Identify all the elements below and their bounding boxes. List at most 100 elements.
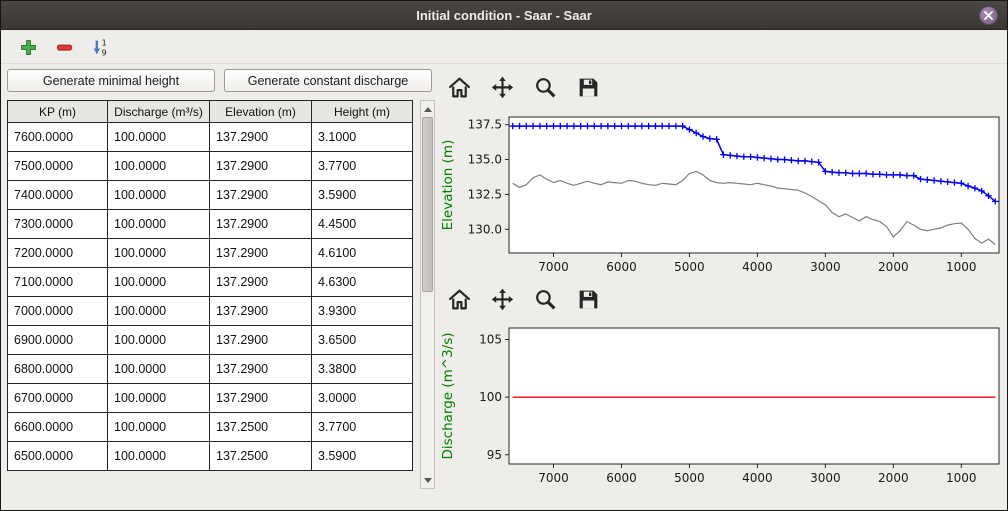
table-cell[interactable]: 137.2900 — [210, 326, 312, 355]
table-cell[interactable]: 100.0000 — [108, 413, 210, 442]
zoom-button[interactable] — [530, 284, 560, 314]
remove-row-button[interactable] — [49, 33, 79, 61]
table-cell[interactable]: 7100.0000 — [8, 268, 108, 297]
table-cell[interactable]: 137.2900 — [210, 152, 312, 181]
y-tick-label: 132.5 — [468, 187, 502, 201]
discharge-chart-toolbar — [444, 284, 603, 314]
titlebar[interactable]: Initial condition - Saar - Saar — [1, 1, 1007, 30]
table-cell[interactable]: 3.9300 — [312, 297, 413, 326]
x-tick-label: 4000 — [742, 260, 773, 274]
table-cell[interactable]: 3.0000 — [312, 384, 413, 413]
add-icon — [20, 39, 37, 56]
sort-button[interactable]: 1 9 — [85, 33, 115, 61]
table-cell[interactable]: 3.6500 — [312, 326, 413, 355]
discharge-chart[interactable]: 700060005000400030002000100010510095Disc… — [438, 319, 1005, 496]
generate-minimal-height-button[interactable]: Generate minimal height — [7, 69, 215, 92]
table-vertical-scrollbar[interactable] — [420, 100, 435, 489]
table-cell[interactable]: 3.5900 — [312, 442, 413, 471]
table-cell[interactable]: 4.6300 — [312, 268, 413, 297]
generate-constant-discharge-button[interactable]: Generate constant discharge — [224, 69, 432, 92]
table-column-header[interactable]: Discharge (m³/s) — [108, 101, 210, 123]
scrollbar-thumb[interactable] — [422, 117, 433, 292]
table-cell[interactable]: 137.2900 — [210, 181, 312, 210]
table-cell[interactable]: 6500.0000 — [8, 442, 108, 471]
table-cell[interactable]: 3.3800 — [312, 355, 413, 384]
table-cell[interactable]: 3.1000 — [312, 123, 413, 152]
plot-area[interactable] — [509, 328, 999, 464]
x-tick-label: 3000 — [810, 471, 841, 485]
pan-button[interactable] — [487, 72, 517, 102]
table-cell[interactable]: 100.0000 — [108, 268, 210, 297]
table-cell[interactable]: 7400.0000 — [8, 181, 108, 210]
table-cell[interactable]: 137.2900 — [210, 268, 312, 297]
table-cell[interactable]: 7000.0000 — [8, 297, 108, 326]
table-row: 6800.0000100.0000137.29003.3800 — [8, 355, 413, 384]
y-axis-label: Elevation (m) — [440, 140, 456, 231]
x-tick-label: 6000 — [606, 471, 637, 485]
table-column-header[interactable]: KP (m) — [8, 101, 108, 123]
x-tick-label: 5000 — [674, 471, 705, 485]
save-button[interactable] — [573, 284, 603, 314]
add-row-button[interactable] — [13, 33, 43, 61]
table-row: 6600.0000100.0000137.25003.7700 — [8, 413, 413, 442]
scrollbar-up-arrow[interactable] — [421, 102, 434, 116]
table-cell[interactable]: 100.0000 — [108, 442, 210, 471]
table-cell[interactable]: 100.0000 — [108, 297, 210, 326]
table-cell[interactable]: 3.5900 — [312, 181, 413, 210]
y-axis-label: Discharge (m^3/s) — [440, 332, 456, 459]
save-button[interactable] — [573, 72, 603, 102]
table-cell[interactable]: 6600.0000 — [8, 413, 108, 442]
table-cell[interactable]: 100.0000 — [108, 181, 210, 210]
elevation-chart[interactable]: 7000600050004000300020001000137.5135.013… — [438, 108, 1005, 285]
main-toolbar: 1 9 — [1, 31, 1007, 64]
table-cell[interactable]: 7300.0000 — [8, 210, 108, 239]
table-cell[interactable]: 6700.0000 — [8, 384, 108, 413]
table-cell[interactable]: 100.0000 — [108, 326, 210, 355]
table-cell[interactable]: 7500.0000 — [8, 152, 108, 181]
home-button[interactable] — [444, 284, 474, 314]
table-cell[interactable]: 7600.0000 — [8, 123, 108, 152]
table-column-header[interactable]: Height (m) — [312, 101, 413, 123]
table-cell[interactable]: 137.2900 — [210, 297, 312, 326]
table-cell[interactable]: 100.0000 — [108, 384, 210, 413]
table-cell[interactable]: 6800.0000 — [8, 355, 108, 384]
table-cell[interactable]: 3.7700 — [312, 413, 413, 442]
table-cell[interactable]: 100.0000 — [108, 152, 210, 181]
table-cell[interactable]: 137.2900 — [210, 384, 312, 413]
table-row: 6900.0000100.0000137.29003.6500 — [8, 326, 413, 355]
y-tick-label: 105 — [479, 333, 502, 347]
table-cell[interactable]: 100.0000 — [108, 355, 210, 384]
table-row: 7400.0000100.0000137.29003.5900 — [8, 181, 413, 210]
table-cell[interactable]: 100.0000 — [108, 123, 210, 152]
zoom-button[interactable] — [530, 72, 560, 102]
y-tick-label: 130.0 — [468, 222, 502, 236]
table-cell[interactable]: 4.6100 — [312, 239, 413, 268]
table-row: 7300.0000100.0000137.29004.4500 — [8, 210, 413, 239]
x-tick-label: 3000 — [810, 260, 841, 274]
x-tick-label: 2000 — [878, 471, 909, 485]
table-row: 7500.0000100.0000137.29003.7700 — [8, 152, 413, 181]
home-button[interactable] — [444, 72, 474, 102]
table-cell[interactable]: 4.4500 — [312, 210, 413, 239]
table-cell[interactable]: 6900.0000 — [8, 326, 108, 355]
table-cell[interactable]: 100.0000 — [108, 210, 210, 239]
table-cell[interactable]: 100.0000 — [108, 239, 210, 268]
table-body: 7600.0000100.0000137.29003.10007500.0000… — [8, 123, 413, 471]
scrollbar-down-arrow[interactable] — [421, 473, 434, 487]
table-column-header[interactable]: Elevation (m) — [210, 101, 312, 123]
plot-area[interactable] — [509, 117, 999, 253]
pan-button[interactable] — [487, 284, 517, 314]
save-icon — [576, 75, 601, 100]
table-cell[interactable]: 137.2500 — [210, 442, 312, 471]
table-cell[interactable]: 137.2900 — [210, 355, 312, 384]
close-button[interactable] — [979, 6, 998, 25]
zoom-icon — [533, 287, 558, 312]
table-cell[interactable]: 137.2900 — [210, 123, 312, 152]
table-cell[interactable]: 137.2900 — [210, 239, 312, 268]
table-cell[interactable]: 7200.0000 — [8, 239, 108, 268]
table-cell[interactable]: 3.7700 — [312, 152, 413, 181]
close-icon — [983, 10, 994, 21]
table-cell[interactable]: 137.2900 — [210, 210, 312, 239]
x-tick-label: 6000 — [606, 260, 637, 274]
table-cell[interactable]: 137.2500 — [210, 413, 312, 442]
